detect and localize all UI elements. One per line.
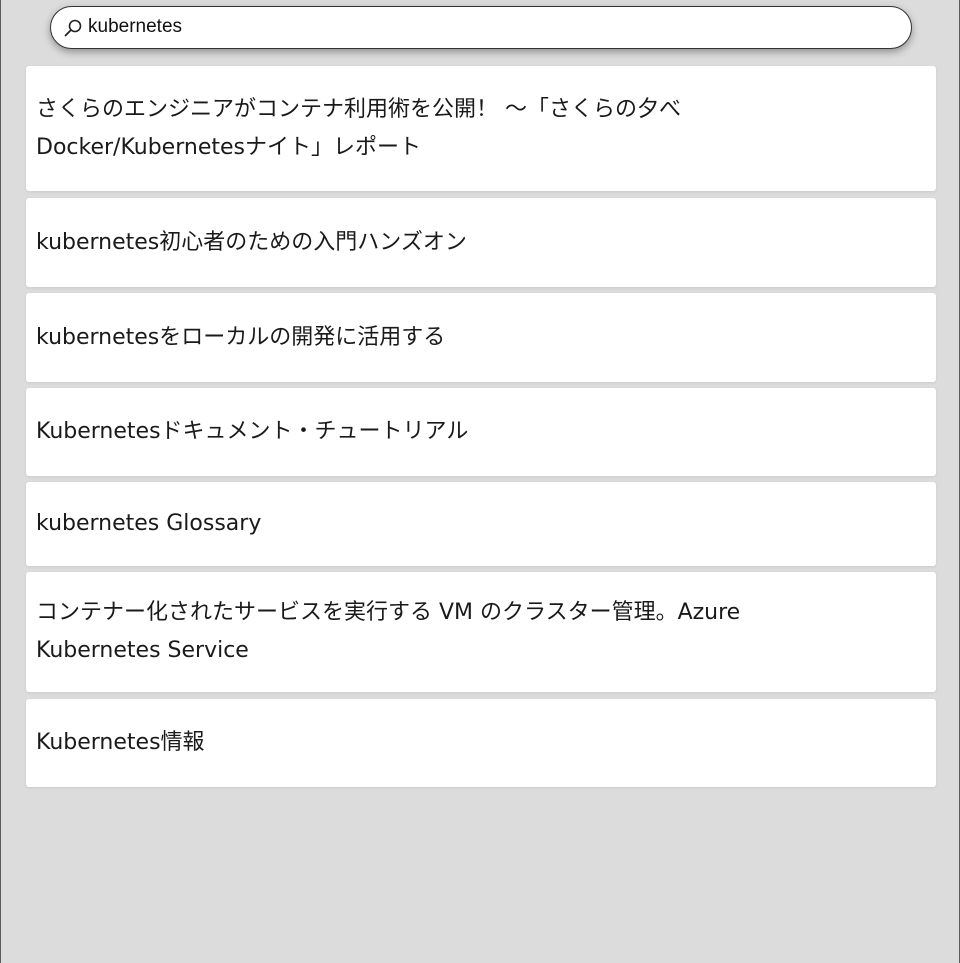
result-title: kubernetes初心者のための入門ハンズオン bbox=[36, 229, 467, 255]
result-item[interactable]: コンテナー化されたサービスを実行する VM のクラスター管理。Azure Kub… bbox=[26, 572, 936, 692]
result-item[interactable]: さくらのエンジニアがコンテナ利用術を公開！ ～「さくらの夕べ Docker/Ku… bbox=[26, 66, 936, 191]
result-title: コンテナー化されたサービスを実行する VM のクラスター管理。Azure Kub… bbox=[36, 600, 741, 663]
search-bar[interactable] bbox=[50, 6, 912, 49]
search-icon bbox=[63, 18, 83, 38]
result-title: Kubernetes情報 bbox=[36, 730, 205, 755]
result-title: kubernetes Glossary bbox=[36, 511, 262, 536]
result-item[interactable]: kubernetesをローカルの開発に活用する bbox=[26, 293, 936, 382]
search-input[interactable] bbox=[88, 11, 888, 43]
result-item[interactable]: kubernetes Glossary bbox=[26, 482, 936, 566]
result-title: kubernetesをローカルの開発に活用する bbox=[36, 324, 446, 350]
result-item[interactable]: Kubernetes情報 bbox=[26, 699, 936, 787]
result-item[interactable]: Kubernetesドキュメント・チュートリアル bbox=[26, 388, 936, 476]
result-title: さくらのエンジニアがコンテナ利用術を公開！ ～「さくらの夕べ Docker/Ku… bbox=[36, 96, 681, 160]
result-item[interactable]: kubernetes初心者のための入門ハンズオン bbox=[26, 198, 936, 287]
result-title: Kubernetesドキュメント・チュートリアル bbox=[36, 419, 469, 444]
